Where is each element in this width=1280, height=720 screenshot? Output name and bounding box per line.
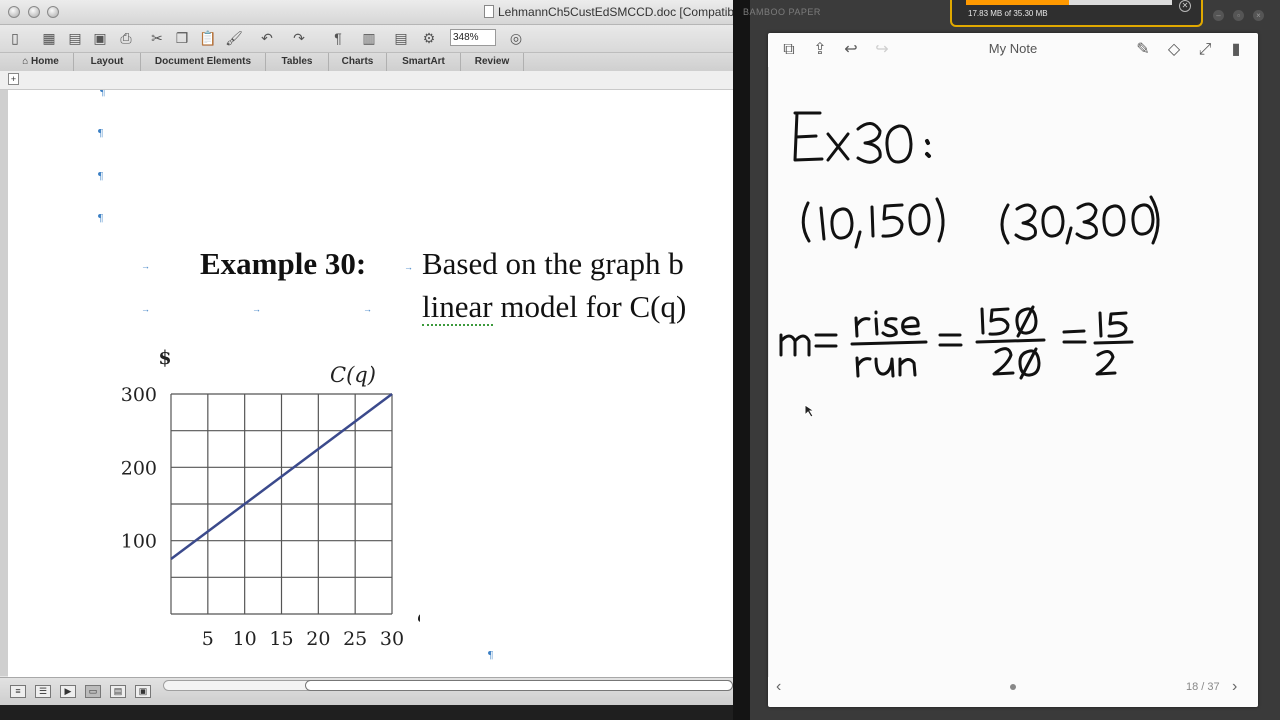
x-tick-label: 5	[202, 628, 214, 650]
print-layout-view-icon[interactable]: ▭	[85, 685, 101, 698]
draft-view-icon[interactable]: ≡	[10, 685, 26, 698]
page-indicator: 18 / 37	[1186, 681, 1220, 693]
handwriting-canvas[interactable]	[768, 33, 1258, 673]
y-tick-label: 200	[121, 457, 157, 479]
next-page-icon[interactable]: ›	[1232, 678, 1237, 696]
paragraph-mark: ¶	[100, 90, 105, 98]
download-progress-fill	[966, 0, 1069, 5]
standard-toolbar: ▯ ▦ ▤ ▣ ⎙ ✂ ❐ 📋 🖌 ↶ ↷ ¶ ▥ ▤ ⚙ ◎	[0, 25, 733, 52]
minimize-window-button[interactable]	[28, 6, 40, 18]
undo-icon[interactable]: ↶	[258, 29, 276, 47]
document-title: LehmannCh5CustEdSMCCD.doc [Compatib	[498, 5, 733, 19]
y-tick-label: 300	[121, 384, 157, 406]
x-tick-label: 25	[343, 628, 367, 650]
cut-icon[interactable]: ✂	[148, 29, 166, 47]
close-window-button[interactable]	[8, 6, 20, 18]
x-axis-label: q	[417, 603, 420, 627]
mouse-cursor-icon	[804, 404, 816, 418]
tab-review[interactable]: Review	[461, 53, 524, 71]
left-margin-strip	[0, 90, 8, 676]
tab-tables[interactable]: Tables	[266, 53, 329, 71]
notebook-view-icon[interactable]: ▤	[110, 685, 126, 698]
tab-charts[interactable]: Charts	[329, 53, 387, 71]
templates-icon[interactable]: ▦	[40, 29, 58, 47]
example-text-line-2-rest: model for C(q)	[492, 289, 687, 324]
example-text-line-1: Based on the graph b	[422, 246, 684, 281]
fullscreen-view-icon[interactable]: ▣	[135, 685, 151, 698]
handwriting-line-3	[779, 305, 1134, 380]
copy-icon[interactable]: ❐	[173, 29, 191, 47]
tab-document-elements[interactable]: Document Elements	[141, 53, 266, 71]
zoom-window-button[interactable]	[47, 6, 59, 18]
tab-mark: →	[141, 261, 150, 271]
y-axis-label: $	[158, 347, 171, 369]
handwriting-line-1	[793, 111, 931, 164]
y-tick-label: 100	[121, 531, 157, 553]
spelling-underline: linear	[422, 289, 493, 326]
toolbox-icon[interactable]: ⚙	[420, 29, 438, 47]
tab-mark: →	[141, 304, 150, 314]
save-icon[interactable]: ▣	[91, 29, 109, 47]
window-divider	[733, 0, 750, 720]
x-tick-label: 20	[306, 628, 330, 650]
tab-mark: →	[252, 304, 261, 314]
sidebar-icon[interactable]: ▥	[360, 29, 378, 47]
ruler	[0, 71, 733, 90]
title-bar: LehmannCh5CustEdSMCCD.doc [Compatib	[0, 0, 733, 25]
tab-layout[interactable]: Layout	[74, 53, 141, 71]
series-label: C(q)	[330, 363, 376, 387]
cost-chart: C(q) 5 10 15 20 25 30 100 200 300$ q	[121, 347, 420, 650]
redo-icon[interactable]: ↷	[290, 29, 308, 47]
paragraph-mark: ¶	[98, 170, 103, 182]
x-tick-label: 10	[233, 628, 257, 650]
print-icon[interactable]: ⎙	[117, 29, 135, 47]
tab-smartart[interactable]: SmartArt	[387, 53, 461, 71]
paragraph-mark: ¶	[98, 212, 103, 224]
gallery-icon[interactable]: ▤	[392, 29, 410, 47]
zoom-field[interactable]: 348%	[450, 29, 496, 46]
ribbon-tabs: ⌂ Home Layout Document Elements Tables C…	[0, 52, 733, 72]
desktop-strip	[0, 705, 733, 720]
help-icon[interactable]: ◎	[507, 29, 525, 47]
x-tick-label: 15	[269, 628, 293, 650]
horizontal-scroll-thumb[interactable]	[305, 680, 733, 691]
minimize-icon[interactable]: –	[1213, 10, 1224, 21]
cancel-download-icon[interactable]: ✕	[1179, 0, 1191, 12]
document-icon	[484, 5, 494, 18]
page-dot	[1010, 684, 1016, 690]
open-icon[interactable]: ▤	[66, 29, 84, 47]
example-label: Example 30:	[200, 246, 367, 281]
example-text-line-2: linear model for C(q)	[422, 289, 687, 326]
format-painter-icon[interactable]: 🖌	[225, 29, 243, 47]
bamboo-brand: BAMBOO PAPER	[743, 7, 821, 17]
new-document-icon[interactable]: ▯	[6, 29, 24, 47]
tab-mark: →	[404, 262, 413, 272]
publishing-view-icon[interactable]: ▶	[60, 685, 76, 698]
close-icon[interactable]: ×	[1253, 10, 1264, 21]
paragraph-mark: ¶	[488, 649, 493, 661]
previous-page-icon[interactable]: ‹	[776, 678, 781, 696]
tab-home[interactable]: ⌂ Home	[8, 53, 74, 71]
x-tick-label: 30	[380, 628, 404, 650]
show-formatting-icon[interactable]: ¶	[329, 29, 347, 47]
handwriting-line-2	[801, 195, 1160, 249]
ruler-toggle-icon[interactable]: +	[8, 73, 19, 85]
restore-icon[interactable]: ▫	[1233, 10, 1244, 21]
download-status: 17.83 MB of 35.30 MB	[968, 9, 1048, 18]
word-window: LehmannCh5CustEdSMCCD.doc [Compatib ▯ ▦ …	[0, 0, 733, 720]
paragraph-mark: ¶	[98, 127, 103, 139]
tab-mark: →	[363, 304, 372, 314]
notebook-footer: ‹ 18 / 37 ›	[768, 673, 1258, 707]
outline-view-icon[interactable]: ☰	[35, 685, 51, 698]
notebook-page[interactable]: ⧉ ⇪ ↩ ↪ My Note ✎ ◇ ⤢ ▮ ‹ 18 / 37 ›	[768, 33, 1258, 707]
paste-icon[interactable]: 📋	[199, 29, 217, 47]
